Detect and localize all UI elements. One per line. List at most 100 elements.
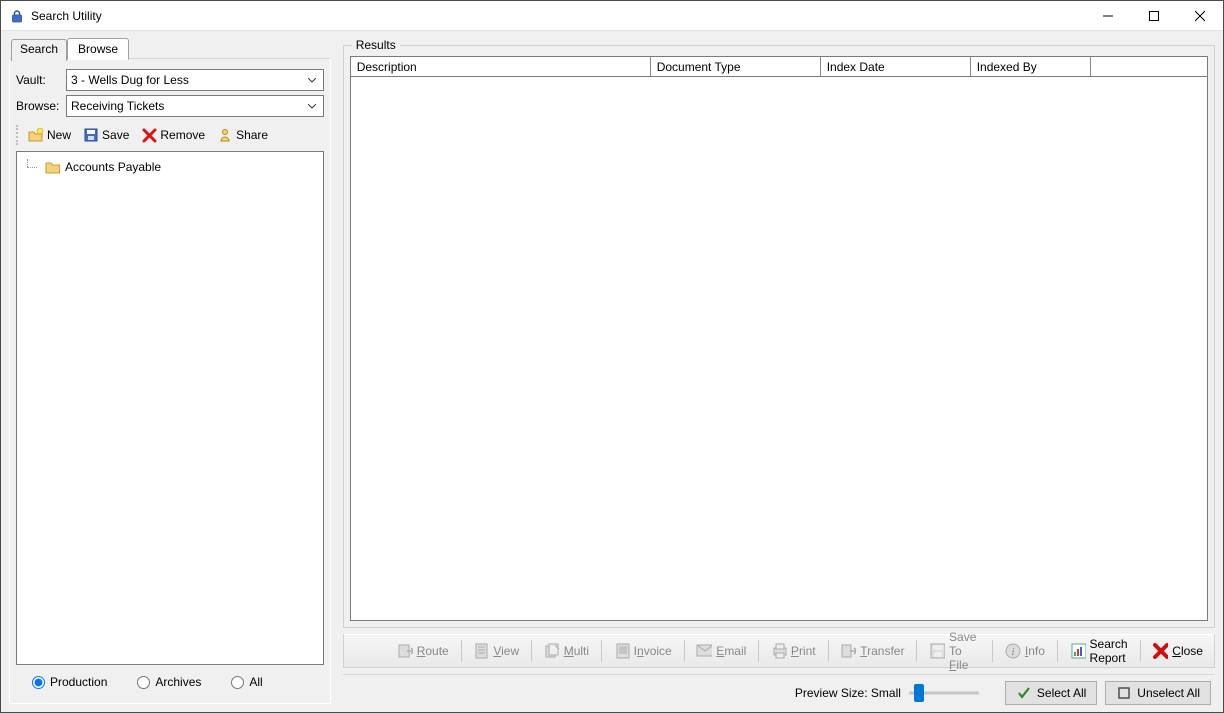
close-label: Close xyxy=(1172,644,1203,658)
tab-search[interactable]: Search xyxy=(11,39,67,61)
transfer-label: Transfer xyxy=(860,644,904,658)
results-grid[interactable]: Description Document Type Index Date Ind… xyxy=(350,56,1208,621)
multi-icon xyxy=(544,643,560,659)
view-button[interactable]: View xyxy=(466,639,526,663)
tree-node-accounts-payable[interactable]: Accounts Payable xyxy=(21,158,319,176)
close-window-button[interactable] xyxy=(1177,1,1223,31)
minimize-button[interactable] xyxy=(1085,1,1131,31)
vault-label: Vault: xyxy=(16,73,66,87)
svg-text:i: i xyxy=(1012,647,1015,658)
chevron-down-icon xyxy=(305,99,319,113)
select-all-button[interactable]: Select All xyxy=(1005,681,1097,705)
tree-connector xyxy=(21,159,41,175)
radio-all[interactable]: All xyxy=(231,675,262,689)
results-title: Results xyxy=(352,38,400,52)
new-folder-icon xyxy=(28,127,44,143)
select-all-label: Select All xyxy=(1037,686,1086,700)
tabstrip: Search Browse xyxy=(11,37,331,59)
invoice-icon xyxy=(614,643,630,659)
scope-radios: Production Archives All xyxy=(16,665,324,693)
search-report-label: Search Report xyxy=(1090,637,1128,665)
radio-all-input[interactable] xyxy=(231,676,244,689)
preview-row: Preview Size: Small Select All Unselect … xyxy=(343,674,1215,704)
radio-archives-input[interactable] xyxy=(137,676,150,689)
browse-panel: Vault: 3 - Wells Dug for Less Browse: Re… xyxy=(9,58,331,704)
new-label: New xyxy=(47,128,71,142)
left-pane: Search Browse Vault: 3 - Wells Dug for L… xyxy=(1,31,339,712)
close-icon xyxy=(1152,643,1168,659)
browse-value: Receiving Tickets xyxy=(71,99,305,113)
multi-button[interactable]: Multi xyxy=(537,639,596,663)
close-button[interactable]: Close xyxy=(1145,639,1210,663)
remove-label: Remove xyxy=(160,128,205,142)
multi-label: Multi xyxy=(564,644,589,658)
col-description[interactable]: Description xyxy=(351,57,651,76)
right-pane: Results Description Document Type Index … xyxy=(339,31,1223,712)
preview-size-slider[interactable] xyxy=(909,684,979,702)
folder-icon xyxy=(45,159,61,175)
col-index-date[interactable]: Index Date xyxy=(821,57,971,76)
radio-production-input[interactable] xyxy=(32,676,45,689)
share-icon xyxy=(217,127,233,143)
invoice-button[interactable]: Invoice xyxy=(607,639,679,663)
share-button[interactable]: Share xyxy=(211,125,274,145)
col-document-type[interactable]: Document Type xyxy=(651,57,821,76)
route-button[interactable]: Route xyxy=(390,639,456,663)
chevron-down-icon xyxy=(305,73,319,87)
transfer-icon xyxy=(840,643,856,659)
save-file-icon xyxy=(929,643,945,659)
save-to-file-button[interactable]: Save To File xyxy=(922,626,987,676)
print-icon xyxy=(771,643,787,659)
email-icon xyxy=(696,643,712,659)
tab-browse[interactable]: Browse xyxy=(67,38,129,60)
unselect-all-button[interactable]: Unselect All xyxy=(1105,681,1211,705)
transfer-button[interactable]: Transfer xyxy=(833,639,911,663)
vault-value: 3 - Wells Dug for Less xyxy=(71,73,305,87)
remove-icon xyxy=(141,127,157,143)
info-label: Info xyxy=(1025,644,1045,658)
browse-label: Browse: xyxy=(16,99,66,113)
email-button[interactable]: Email xyxy=(689,639,753,663)
save-button[interactable]: Save xyxy=(77,125,135,145)
view-label: View xyxy=(493,644,519,658)
route-label: Route xyxy=(417,644,449,658)
app-lock-icon xyxy=(9,8,25,24)
save-label: Save xyxy=(102,128,129,142)
radio-all-label: All xyxy=(249,675,262,689)
radio-production-label: Production xyxy=(50,675,107,689)
slider-thumb[interactable] xyxy=(914,684,924,702)
uncheck-icon xyxy=(1116,685,1132,701)
save-icon xyxy=(83,127,99,143)
radio-archives-label: Archives xyxy=(155,675,201,689)
email-label: Email xyxy=(716,644,746,658)
search-report-button[interactable]: Search Report xyxy=(1063,633,1135,669)
radio-production[interactable]: Production xyxy=(32,675,107,689)
vault-combo[interactable]: 3 - Wells Dug for Less xyxy=(66,69,324,91)
print-button[interactable]: Print xyxy=(764,639,823,663)
radio-archives[interactable]: Archives xyxy=(137,675,201,689)
browse-toolbar: New Save Remove xyxy=(16,125,324,145)
results-groupbox: Results Description Document Type Index … xyxy=(343,45,1215,628)
col-blank xyxy=(1091,57,1207,76)
print-label: Print xyxy=(791,644,816,658)
col-indexed-by[interactable]: Indexed By xyxy=(971,57,1091,76)
route-icon xyxy=(397,643,413,659)
search-report-icon xyxy=(1070,643,1086,659)
folder-tree[interactable]: Accounts Payable xyxy=(16,151,324,665)
action-bar: Route View Multi Invoice Email xyxy=(343,634,1215,668)
info-icon: i xyxy=(1005,643,1021,659)
unselect-all-label: Unselect All xyxy=(1137,686,1200,700)
browse-combo[interactable]: Receiving Tickets xyxy=(66,95,324,117)
tree-node-label: Accounts Payable xyxy=(65,160,161,174)
share-label: Share xyxy=(236,128,268,142)
save-to-file-label: Save To File xyxy=(949,630,980,672)
info-button[interactable]: i Info xyxy=(998,639,1052,663)
titlebar: Search Utility xyxy=(1,1,1223,31)
invoice-label: Invoice xyxy=(634,644,672,658)
view-icon xyxy=(473,643,489,659)
results-column-headers: Description Document Type Index Date Ind… xyxy=(351,57,1207,77)
new-button[interactable]: New xyxy=(22,125,77,145)
remove-button[interactable]: Remove xyxy=(135,125,211,145)
preview-size-label: Preview Size: Small xyxy=(795,686,901,700)
maximize-button[interactable] xyxy=(1131,1,1177,31)
